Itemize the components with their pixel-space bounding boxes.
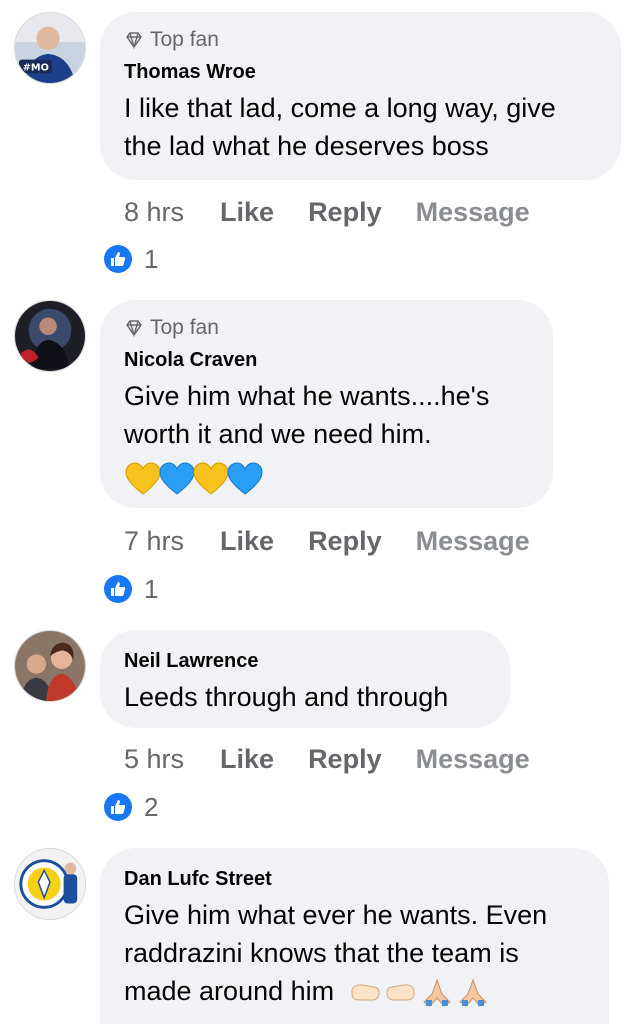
svg-text:#MO: #MO: [23, 62, 49, 73]
badge-label: Top fan: [150, 28, 219, 51]
comment-text-line: worth it and we need him.: [124, 419, 432, 449]
reply-button[interactable]: Reply: [308, 526, 382, 557]
comment-text: Give him what he wants....he's worth it …: [124, 377, 529, 453]
blue-heart-icon: [159, 462, 195, 495]
comment-author[interactable]: Nicola Craven: [124, 347, 529, 373]
comment-bubble: Top fan Thomas Wroe I like that lad, com…: [100, 12, 621, 180]
reaction-count: 2: [144, 791, 159, 822]
reply-button[interactable]: Reply: [308, 744, 382, 775]
comment-text-line: made around him: [124, 976, 335, 1006]
comment-text-line: Give him what he wants....he's: [124, 381, 490, 411]
avatar[interactable]: [14, 630, 86, 702]
blue-heart-icon: [227, 462, 263, 495]
comment-author[interactable]: Dan Lufc Street: [124, 866, 585, 892]
like-button[interactable]: Like: [220, 744, 274, 775]
comment-text-line: Give him what ever he wants. Even: [124, 900, 548, 930]
comment-bubble: Dan Lufc Street Give him what ever he wa…: [100, 848, 609, 1024]
badge-label: Top fan: [150, 316, 219, 339]
thumbs-up-icon: [104, 575, 132, 603]
comment-text-line: raddrazini knows that the team is: [124, 938, 519, 968]
message-button[interactable]: Message: [416, 526, 530, 557]
top-fan-badge: Top fan: [124, 315, 529, 341]
comment-text: I like that lad, come a long way, give t…: [124, 89, 597, 165]
timestamp[interactable]: 5 hrs: [124, 744, 184, 775]
emoji-row: [124, 459, 529, 499]
avatar[interactable]: [14, 300, 86, 372]
comment-author[interactable]: Thomas Wroe: [124, 59, 597, 85]
comment-actions: 5 hrs Like Reply Message: [124, 739, 530, 779]
trailing-emojis: [348, 978, 490, 1008]
reaction-summary[interactable]: 1: [104, 573, 158, 605]
comment-bubble: Top fan Nicola Craven Give him what he w…: [100, 300, 553, 508]
comment-text-line: the lad what he deserves boss: [124, 131, 489, 161]
timestamp[interactable]: 8 hrs: [124, 197, 184, 228]
reaction-summary[interactable]: 2: [104, 791, 158, 823]
reaction-count: 1: [144, 243, 159, 274]
yellow-heart-icon: [193, 462, 229, 495]
comment-actions: 7 hrs Like Reply Message: [124, 521, 530, 561]
comment-actions: 8 hrs Like Reply Message: [124, 192, 530, 232]
diamond-icon: [126, 32, 142, 50]
comment-text: Leeds through and through: [124, 678, 486, 716]
like-button[interactable]: Like: [220, 526, 274, 557]
avatar[interactable]: #MO: [14, 12, 86, 84]
fist-bump-icon: [386, 984, 415, 1001]
comment-text: Give him what ever he wants. Even raddra…: [124, 896, 585, 1010]
thumbs-up-icon: [104, 793, 132, 821]
reply-button[interactable]: Reply: [308, 197, 382, 228]
top-fan-badge: Top fan: [124, 27, 597, 53]
praying-hands-icon: [458, 978, 487, 1007]
message-button[interactable]: Message: [416, 744, 530, 775]
comment-text-line: Leeds through and through: [124, 682, 449, 712]
avatar[interactable]: [14, 848, 86, 920]
thumbs-up-icon: [104, 245, 132, 273]
comment-text-line: I like that lad, come a long way, give: [124, 93, 556, 123]
praying-hands-icon: [422, 978, 451, 1007]
comment-bubble: Neil Lawrence Leeds through and through: [100, 630, 510, 728]
reaction-count: 1: [144, 573, 159, 604]
comment-author[interactable]: Neil Lawrence: [124, 648, 486, 674]
fist-bump-icon: [351, 984, 380, 1001]
message-button[interactable]: Message: [416, 197, 530, 228]
timestamp[interactable]: 7 hrs: [124, 526, 184, 557]
comment-text-line-with-emoji: made around him: [124, 972, 585, 1010]
yellow-heart-icon: [125, 462, 161, 495]
diamond-icon: [126, 320, 142, 338]
like-button[interactable]: Like: [220, 197, 274, 228]
reaction-summary[interactable]: 1: [104, 243, 158, 275]
